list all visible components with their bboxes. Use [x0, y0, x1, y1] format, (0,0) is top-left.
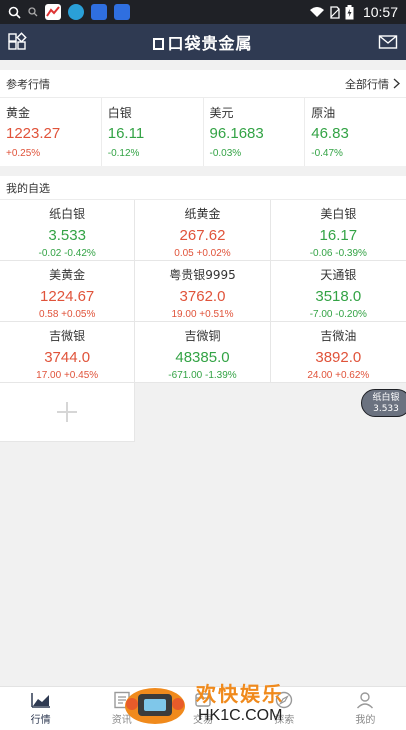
nav-label: 行情	[30, 715, 51, 726]
wifi-icon	[309, 6, 325, 18]
watch-change: 0.58 +0.05%	[38, 309, 96, 320]
watch-name: 吉微铜	[184, 329, 221, 343]
game-controller-icon	[125, 688, 185, 724]
watch-price: 48385.0	[175, 349, 230, 366]
watch-price: 3744.0	[44, 349, 91, 366]
watch-change: 19.00 +0.51%	[171, 309, 234, 320]
watch-name: 天通银	[320, 268, 357, 282]
watchlist-row: 吉微银 3744.0 17.00 +0.45% 吉微铜 48385.0 -671…	[0, 322, 406, 383]
stock-app-icon	[45, 4, 61, 20]
quote-name: 原油	[311, 106, 336, 120]
add-watch-button[interactable]	[0, 383, 135, 442]
search-small-icon	[28, 7, 38, 17]
plus-icon	[57, 402, 77, 422]
reference-header: 参考行情 全部行情	[0, 70, 406, 98]
battery-icon	[345, 4, 354, 20]
watch-name: 纸黄金	[184, 207, 221, 221]
watchlist-header: 我的自选	[0, 176, 406, 200]
reference-item-gold[interactable]: 黄金 1223.27 +0.25%	[0, 98, 102, 166]
watch-item[interactable]: 天通银 3518.0 -7.00 -0.20%	[271, 261, 406, 321]
all-quotes-label: 全部行情	[345, 77, 389, 91]
watch-price: 3892.0	[315, 349, 362, 366]
watchlist-title: 我的自选	[6, 181, 50, 195]
watch-price: 3518.0	[315, 288, 362, 305]
watch-name: 纸白银	[49, 207, 86, 221]
watch-item[interactable]: 吉微铜 48385.0 -671.00 -1.39%	[135, 322, 271, 382]
status-time: 10:57	[362, 4, 398, 20]
all-quotes-link[interactable]: 全部行情	[345, 76, 400, 92]
floating-ticker-price: 3.533	[373, 404, 399, 414]
watermark-url: HK1C.COM	[198, 707, 283, 724]
quote-name: 美元	[209, 106, 234, 120]
browser-app-icon	[68, 4, 84, 20]
nav-quotes[interactable]: 行情	[0, 687, 81, 730]
quote-change: +0.25%	[6, 148, 41, 159]
quote-name: 黄金	[6, 106, 31, 120]
watermark: 欢快娱乐 HK1C.COM	[118, 672, 304, 730]
no-sim-icon	[330, 5, 340, 19]
chevron-right-icon	[393, 78, 400, 89]
watch-price: 267.62	[179, 227, 226, 244]
nav-label: 我的	[355, 715, 376, 726]
watch-change: 17.00 +0.45%	[36, 370, 99, 381]
user-icon	[357, 692, 374, 709]
reference-title: 参考行情	[6, 77, 50, 91]
watch-name: 美白银	[320, 207, 357, 221]
watch-change: -671.00 -1.39%	[168, 370, 237, 381]
watch-price: 3.533	[48, 227, 86, 244]
watch-item[interactable]: 美白银 16.17 -0.06 -0.39%	[271, 200, 406, 260]
quote-price: 1223.27	[6, 125, 61, 142]
watch-price: 16.17	[319, 227, 358, 244]
status-bar: 10:57	[0, 0, 406, 24]
watch-change: 24.00 +0.62%	[307, 370, 370, 381]
reference-item-oil[interactable]: 原油 46.83 -0.47%	[305, 98, 406, 166]
baidu-app-icon	[114, 4, 130, 20]
quote-price: 96.1683	[209, 125, 264, 142]
reference-item-silver[interactable]: 白银 16.11 -0.12%	[102, 98, 204, 166]
mail-icon[interactable]	[378, 32, 398, 52]
watch-price: 3762.0	[179, 288, 226, 305]
watch-name: 吉微油	[320, 329, 357, 343]
grid-icon[interactable]	[7, 32, 27, 52]
watch-change: -0.02 -0.42%	[38, 248, 96, 259]
watch-item[interactable]: 吉微银 3744.0 17.00 +0.45%	[0, 322, 136, 382]
watch-item[interactable]: 吉微油 3892.0 24.00 +0.62%	[271, 322, 406, 382]
watch-item[interactable]: 纸黄金 267.62 0.05 +0.02%	[135, 200, 271, 260]
chart-icon	[30, 693, 50, 708]
quote-change: -0.47%	[311, 148, 343, 159]
watchlist-row: 纸白银 3.533 -0.02 -0.42% 纸黄金 267.62 0.05 +…	[0, 200, 406, 261]
nav-profile[interactable]: 我的	[325, 687, 406, 730]
watch-price: 1224.67	[40, 288, 95, 305]
quote-price: 16.11	[107, 125, 145, 142]
quote-name: 白银	[107, 106, 132, 120]
floating-ticker[interactable]: 纸白银 3.533	[361, 389, 406, 417]
quote-price: 46.83	[311, 125, 349, 142]
app-screen: 10:57 口袋贵金属 参考行情 全部行情 黄金 1223.27 +0.25%	[0, 0, 406, 730]
baidu-app-icon	[91, 4, 107, 20]
watch-name: 美黄金	[49, 268, 86, 282]
watch-item[interactable]: 纸白银 3.533 -0.02 -0.42%	[0, 200, 136, 260]
watermark-brand: 欢快娱乐	[196, 682, 284, 706]
quote-change: -0.12%	[107, 148, 140, 159]
watch-name: 粤贵银9995	[169, 268, 236, 282]
watch-change: 0.05 +0.02%	[174, 248, 231, 259]
quote-change: -0.03%	[209, 148, 242, 159]
watchlist-grid: 纸白银 3.533 -0.02 -0.42% 纸黄金 267.62 0.05 +…	[0, 200, 406, 383]
watch-change: -7.00 -0.20%	[309, 309, 367, 320]
app-header: 口袋贵金属	[0, 24, 406, 60]
search-icon	[8, 6, 21, 19]
watchlist-row: 美黄金 1224.67 0.58 +0.05% 粤贵银9995 3762.0 1…	[0, 261, 406, 322]
watch-item[interactable]: 粤贵银9995 3762.0 19.00 +0.51%	[135, 261, 271, 321]
watch-change: -0.06 -0.39%	[309, 248, 367, 259]
app-title: 口袋贵金属	[153, 30, 252, 54]
reference-quotes: 参考行情 全部行情 黄金 1223.27 +0.25% 白银 16.11 -0.…	[0, 70, 406, 166]
watch-name: 吉微银	[49, 329, 86, 343]
reference-item-usd[interactable]: 美元 96.1683 -0.03%	[204, 98, 306, 166]
floating-ticker-name: 纸白银	[372, 393, 400, 403]
watch-item[interactable]: 美黄金 1224.67 0.58 +0.05%	[0, 261, 136, 321]
